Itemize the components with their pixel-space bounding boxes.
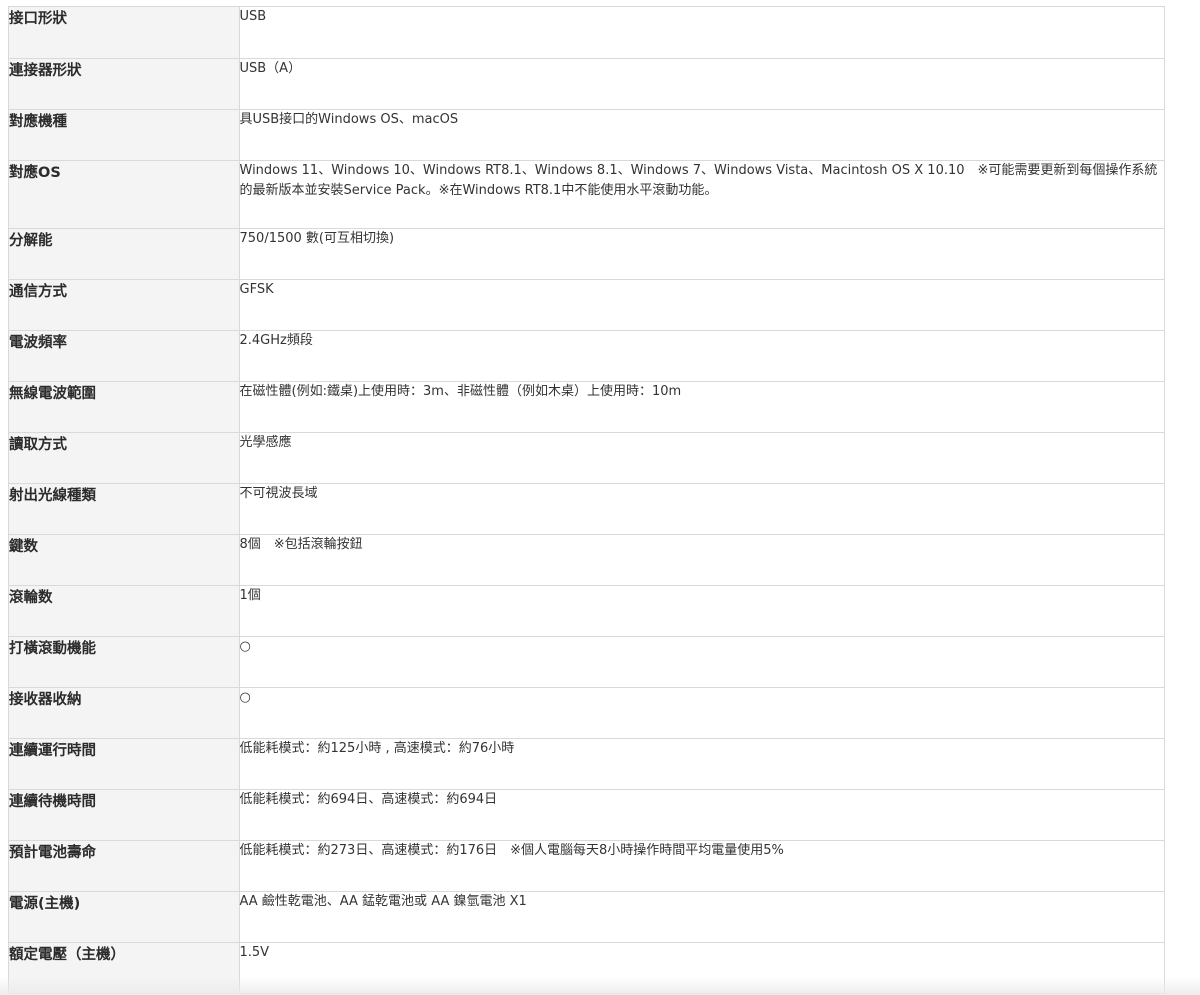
spec-label: 射出光線種類 [9, 483, 240, 535]
spec-row-wireless-range: 無線電波範圍 在磁性體(例如:鐵桌)上使用時：3m、非磁性體（例如木桌）上使用時… [9, 381, 1164, 433]
spec-row-battery-life: 預計電池壽命 低能耗模式：約273日、高速模式：約176日 ※個人電腦每天8小時… [9, 840, 1164, 892]
spec-label: 電源(主機) [9, 891, 240, 943]
spec-label: 讀取方式 [9, 432, 240, 484]
spec-row-compatible-os: 對應OS Windows 11、Windows 10、Windows RT8.1… [9, 160, 1164, 229]
spec-value: 具USB接口的Windows OS、macOS [239, 109, 1164, 161]
spec-value: Windows 11、Windows 10、Windows RT8.1、Wind… [239, 160, 1164, 229]
spec-row-reading-method: 讀取方式 光學感應 [9, 432, 1164, 484]
spec-row-receiver-storage: 接收器收納 ○ [9, 687, 1164, 739]
spec-value: 不可視波長域 [239, 483, 1164, 535]
spec-value: 在磁性體(例如:鐵桌)上使用時：3m、非磁性體（例如木桌）上使用時：10m [239, 381, 1164, 433]
spec-row-continuous-operation: 連續運行時間 低能耗模式：約125小時 , 高速模式：約76小時 [9, 738, 1164, 790]
spec-label: 連續運行時間 [9, 738, 240, 790]
spec-value: 1.5V [239, 942, 1164, 994]
spec-value: 8個 ※包括滾輪按鈕 [239, 534, 1164, 586]
spec-label: 額定電壓（主機） [9, 942, 240, 994]
spec-value: USB [239, 7, 1164, 59]
spec-label: 接收器收納 [9, 687, 240, 739]
spec-label: 對應OS [9, 160, 240, 229]
spec-table: 接口形狀 USB 連接器形狀 USB（A） 對應機種 具USB接口的Window… [9, 7, 1164, 994]
spec-label: 滾輪数 [9, 585, 240, 637]
spec-row-wheels: 滾輪数 1個 [9, 585, 1164, 637]
spec-label: 鍵数 [9, 534, 240, 586]
spec-label: 無線電波範圍 [9, 381, 240, 433]
spec-row-horizontal-scroll: 打橫滾動機能 ○ [9, 636, 1164, 688]
spec-value: 光學感應 [239, 432, 1164, 484]
spec-row-communication: 通信方式 GFSK [9, 279, 1164, 331]
spec-value: 低能耗模式：約125小時 , 高速模式：約76小時 [239, 738, 1164, 790]
spec-value: 低能耗模式：約694日、高速模式：約694日 [239, 789, 1164, 841]
spec-value: 750/1500 數(可互相切換) [239, 228, 1164, 280]
spec-value: GFSK [239, 279, 1164, 331]
spec-value: USB（A） [239, 58, 1164, 110]
spec-row-compatible-models: 對應機種 具USB接口的Windows OS、macOS [9, 109, 1164, 161]
spec-label: 連接器形狀 [9, 58, 240, 110]
spec-value: ○ [239, 636, 1164, 688]
spec-value: 低能耗模式：約273日、高速模式：約176日 ※個人電腦每天8小時操作時間平均電… [239, 840, 1164, 892]
spec-label: 連續待機時間 [9, 789, 240, 841]
spec-row-light-type: 射出光線種類 不可視波長域 [9, 483, 1164, 535]
spec-value: 2.4GHz頻段 [239, 330, 1164, 382]
spec-label: 打橫滾動機能 [9, 636, 240, 688]
spec-label: 通信方式 [9, 279, 240, 331]
spec-value: 1個 [239, 585, 1164, 637]
spec-row-rated-voltage: 額定電壓（主機） 1.5V [9, 942, 1164, 994]
spec-label: 接口形狀 [9, 7, 240, 59]
spec-label: 電波頻率 [9, 330, 240, 382]
spec-table-container: 接口形狀 USB 連接器形狀 USB（A） 對應機種 具USB接口的Window… [8, 6, 1165, 994]
spec-label: 分解能 [9, 228, 240, 280]
spec-row-connector: 連接器形狀 USB（A） [9, 58, 1164, 110]
spec-row-resolution: 分解能 750/1500 數(可互相切換) [9, 228, 1164, 280]
spec-row-frequency: 電波頻率 2.4GHz頻段 [9, 330, 1164, 382]
spec-value: ○ [239, 687, 1164, 739]
spec-value: AA 鹼性乾電池、AA 錳乾電池或 AA 鎳氫電池 X1 [239, 891, 1164, 943]
spec-row-interface: 接口形狀 USB [9, 7, 1164, 59]
spec-label: 對應機種 [9, 109, 240, 161]
spec-row-standby-time: 連續待機時間 低能耗模式：約694日、高速模式：約694日 [9, 789, 1164, 841]
spec-row-buttons: 鍵数 8個 ※包括滾輪按鈕 [9, 534, 1164, 586]
spec-label: 預計電池壽命 [9, 840, 240, 892]
spec-row-power-source: 電源(主機) AA 鹼性乾電池、AA 錳乾電池或 AA 鎳氫電池 X1 [9, 891, 1164, 943]
